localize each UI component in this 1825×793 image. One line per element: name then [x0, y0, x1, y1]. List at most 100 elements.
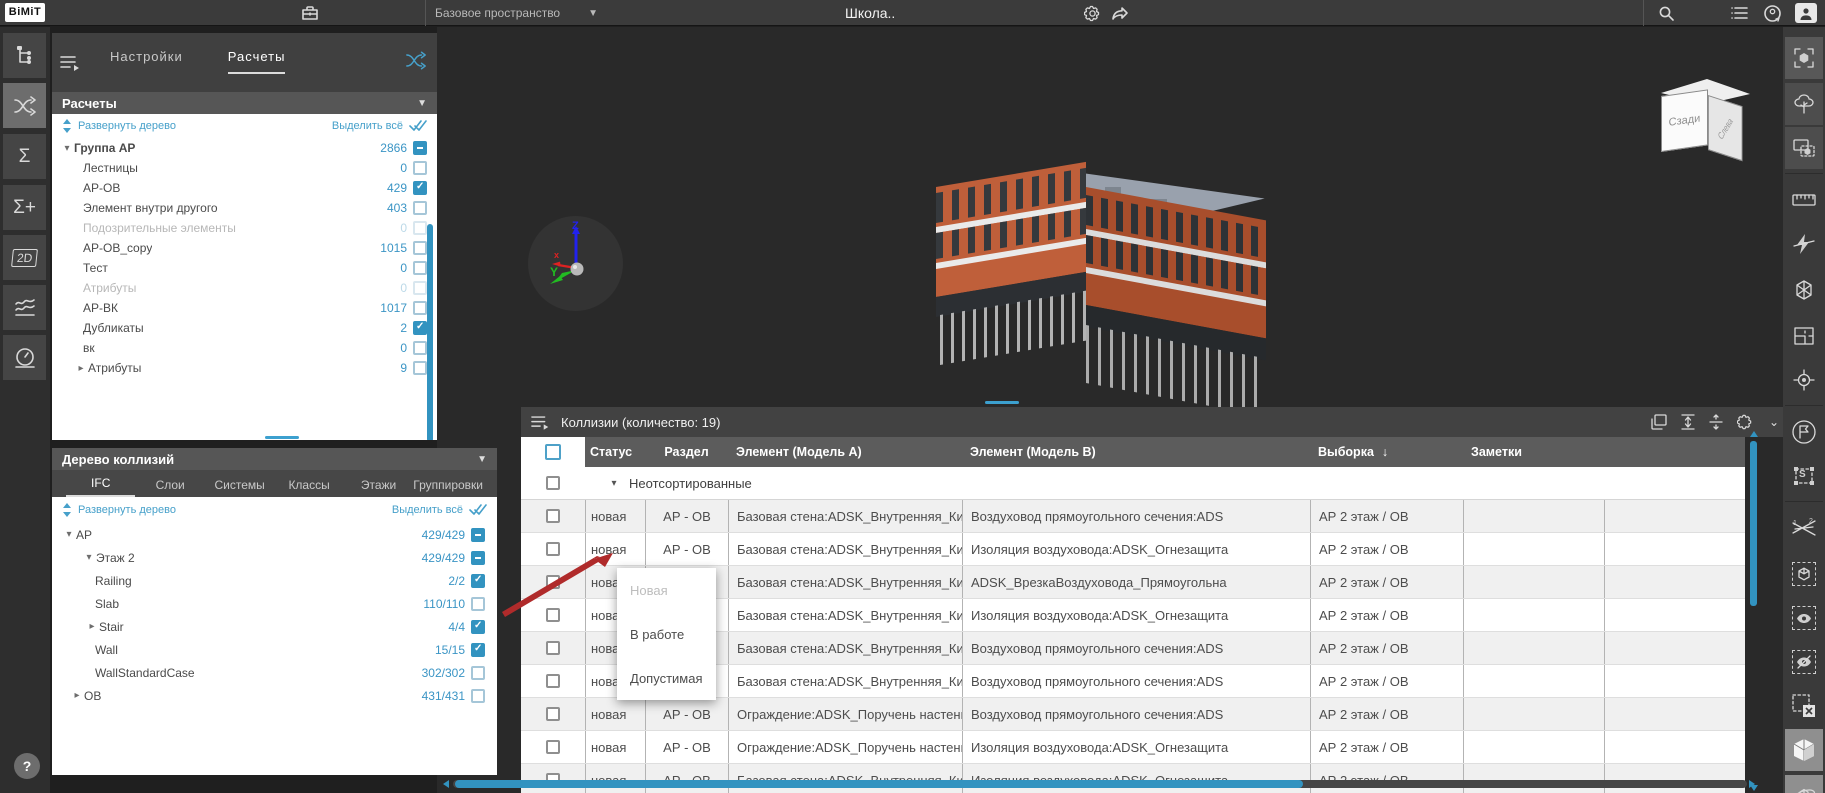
- scroll-left-arrow[interactable]: [443, 780, 449, 788]
- tree-checkbox[interactable]: [413, 361, 427, 375]
- table-row[interactable]: новая АР - ОВ Ограждение:ADSK_Поручень н…: [521, 698, 1745, 731]
- tree-checkbox[interactable]: [413, 341, 427, 355]
- tree-item[interactable]: Лестницы 0: [52, 158, 437, 178]
- row-checkbox[interactable]: [546, 509, 560, 523]
- row-checkbox[interactable]: [546, 641, 560, 655]
- collisions-blue-icon[interactable]: [405, 51, 427, 70]
- tab-calculations[interactable]: Расчеты: [228, 49, 286, 74]
- drawings-2d-tool[interactable]: 2D: [3, 235, 46, 280]
- expand-tree-link[interactable]: Развернуть дерево: [78, 120, 176, 132]
- collapse-rows-icon[interactable]: [1709, 414, 1723, 430]
- sort-desc-icon[interactable]: ↓: [1382, 445, 1388, 459]
- menu-item-new[interactable]: Новая: [617, 568, 716, 612]
- show-tool[interactable]: [1785, 597, 1823, 639]
- group-checkbox[interactable]: [546, 476, 560, 490]
- scroll-up-arrow[interactable]: [1750, 431, 1758, 437]
- col-status[interactable]: Статус: [585, 437, 645, 467]
- shaded-view-tool[interactable]: [1785, 729, 1823, 771]
- floor-plan-tool[interactable]: [1785, 315, 1823, 357]
- tree-checkbox[interactable]: [413, 141, 427, 155]
- tab-ifc[interactable]: IFC: [66, 476, 135, 497]
- col-selection[interactable]: Выборка ↓: [1310, 437, 1463, 467]
- clear-selection-tool[interactable]: [1785, 685, 1823, 727]
- group-caret-icon[interactable]: [607, 478, 621, 489]
- col-element-b[interactable]: Элемент (Модель B): [962, 437, 1310, 467]
- table-vertical-scrollbar[interactable]: [1748, 431, 1758, 791]
- col-section[interactable]: Раздел: [645, 437, 728, 467]
- tree-checkbox[interactable]: [413, 281, 427, 295]
- tree-item[interactable]: Подозрительные элементы 0: [52, 218, 437, 238]
- table-menu-icon[interactable]: [531, 415, 551, 430]
- caret-icon[interactable]: [60, 143, 74, 154]
- tree-checkbox[interactable]: [413, 161, 427, 175]
- col-element-a[interactable]: Элемент (Модель A): [728, 437, 962, 467]
- bimit-logo[interactable]: BiMiT: [5, 3, 45, 22]
- tree-item[interactable]: АР-ОВ_copy 1015: [52, 238, 437, 258]
- tree-checkbox[interactable]: [471, 689, 485, 703]
- tree-item[interactable]: Wall 15/15: [52, 638, 497, 661]
- select-all-link[interactable]: Выделить всё: [332, 120, 403, 132]
- account-icon[interactable]: [1795, 3, 1817, 23]
- menu-item-in-progress[interactable]: В работе: [617, 612, 716, 656]
- table-group-row[interactable]: Неотсортированные: [521, 467, 1745, 500]
- table-settings-gear-icon[interactable]: [1737, 414, 1753, 430]
- copy-rows-icon[interactable]: [1651, 414, 1667, 430]
- zoom-extents-tool[interactable]: [1785, 37, 1823, 79]
- row-checkbox[interactable]: [546, 707, 560, 721]
- table-row[interactable]: новая АР - ОВ Ограждение:ADSK_Поручень н…: [521, 731, 1745, 764]
- tree-checkbox[interactable]: [471, 643, 485, 657]
- calc-tree-scrollbar[interactable]: [427, 224, 433, 440]
- select-all-checkbox[interactable]: [545, 444, 561, 460]
- tab-floors[interactable]: Этажи: [344, 478, 413, 497]
- row-checkbox[interactable]: [546, 740, 560, 754]
- table-row[interactable]: новая АР - ОВ Базовая стена:ADSK_Внутрен…: [521, 533, 1745, 566]
- tree-checkbox[interactable]: [413, 201, 427, 215]
- isolate-selection-tool[interactable]: [1785, 127, 1823, 169]
- model-tree-tool[interactable]: [3, 33, 46, 78]
- dashboard-gauge-tool[interactable]: [3, 335, 46, 380]
- calc-section-header[interactable]: Расчеты ▼: [52, 92, 437, 114]
- search-icon[interactable]: [1653, 0, 1679, 26]
- tree-item[interactable]: Дубликаты 2: [52, 318, 437, 338]
- gear-icon[interactable]: [1080, 0, 1104, 26]
- fit-row-height-icon[interactable]: [1681, 414, 1695, 430]
- building-model[interactable]: [930, 149, 1275, 384]
- tree-checkbox[interactable]: [471, 597, 485, 611]
- tree-checkbox[interactable]: [413, 221, 427, 235]
- view-cube-back-face[interactable]: Сзади: [1661, 89, 1708, 152]
- list-menu-icon[interactable]: [1727, 0, 1753, 26]
- tree-item[interactable]: Этаж 2 429/429: [52, 546, 497, 569]
- tree-item[interactable]: Тест 0: [52, 258, 437, 278]
- show-selected-tool[interactable]: [1785, 553, 1823, 595]
- caret-icon[interactable]: [74, 363, 88, 374]
- col-notes[interactable]: Заметки: [1463, 437, 1604, 467]
- tab-settings[interactable]: Настройки: [110, 49, 183, 74]
- tab-layers[interactable]: Слои: [135, 478, 204, 497]
- tree-item[interactable]: Slab 110/110: [52, 592, 497, 615]
- tree-item[interactable]: Группа АР 2866: [52, 138, 437, 158]
- panel-menu-icon[interactable]: [60, 55, 82, 71]
- tree-item[interactable]: Атрибуты 9: [52, 358, 437, 378]
- caret-icon[interactable]: [70, 690, 84, 701]
- tree-item[interactable]: Элемент внутри другого 403: [52, 198, 437, 218]
- hide-tool[interactable]: [1785, 641, 1823, 683]
- collision-tree-header[interactable]: Дерево коллизий ▼: [52, 448, 497, 470]
- locate-tool[interactable]: [1785, 359, 1823, 401]
- tab-groupings[interactable]: Группировки: [413, 478, 483, 497]
- tree-item[interactable]: ОВ 431/431: [52, 684, 497, 707]
- select-all-link[interactable]: Выделить всё: [392, 504, 463, 516]
- tree-item[interactable]: АР-ВК 1017: [52, 298, 437, 318]
- section-box-tool[interactable]: [1785, 269, 1823, 311]
- tree-item[interactable]: WallStandardCase 302/302: [52, 661, 497, 684]
- tree-checkbox[interactable]: [471, 666, 485, 680]
- view-cube[interactable]: Сзади Слева: [1655, 71, 1755, 166]
- orbit-tool[interactable]: [1785, 775, 1823, 793]
- tree-checkbox[interactable]: [413, 181, 427, 195]
- sum-add-tool[interactable]: Σ+: [3, 185, 46, 230]
- workspace-selector[interactable]: Базовое пространство ▼: [435, 0, 598, 26]
- measure-tool[interactable]: [1785, 179, 1823, 221]
- tree-checkbox[interactable]: [413, 301, 427, 315]
- clash-pair-tool[interactable]: 12: [1785, 507, 1823, 549]
- table-row[interactable]: новая АР - ОВ Базовая стена:ADSK_Внутрен…: [521, 500, 1745, 533]
- tree-checkbox[interactable]: [471, 620, 485, 634]
